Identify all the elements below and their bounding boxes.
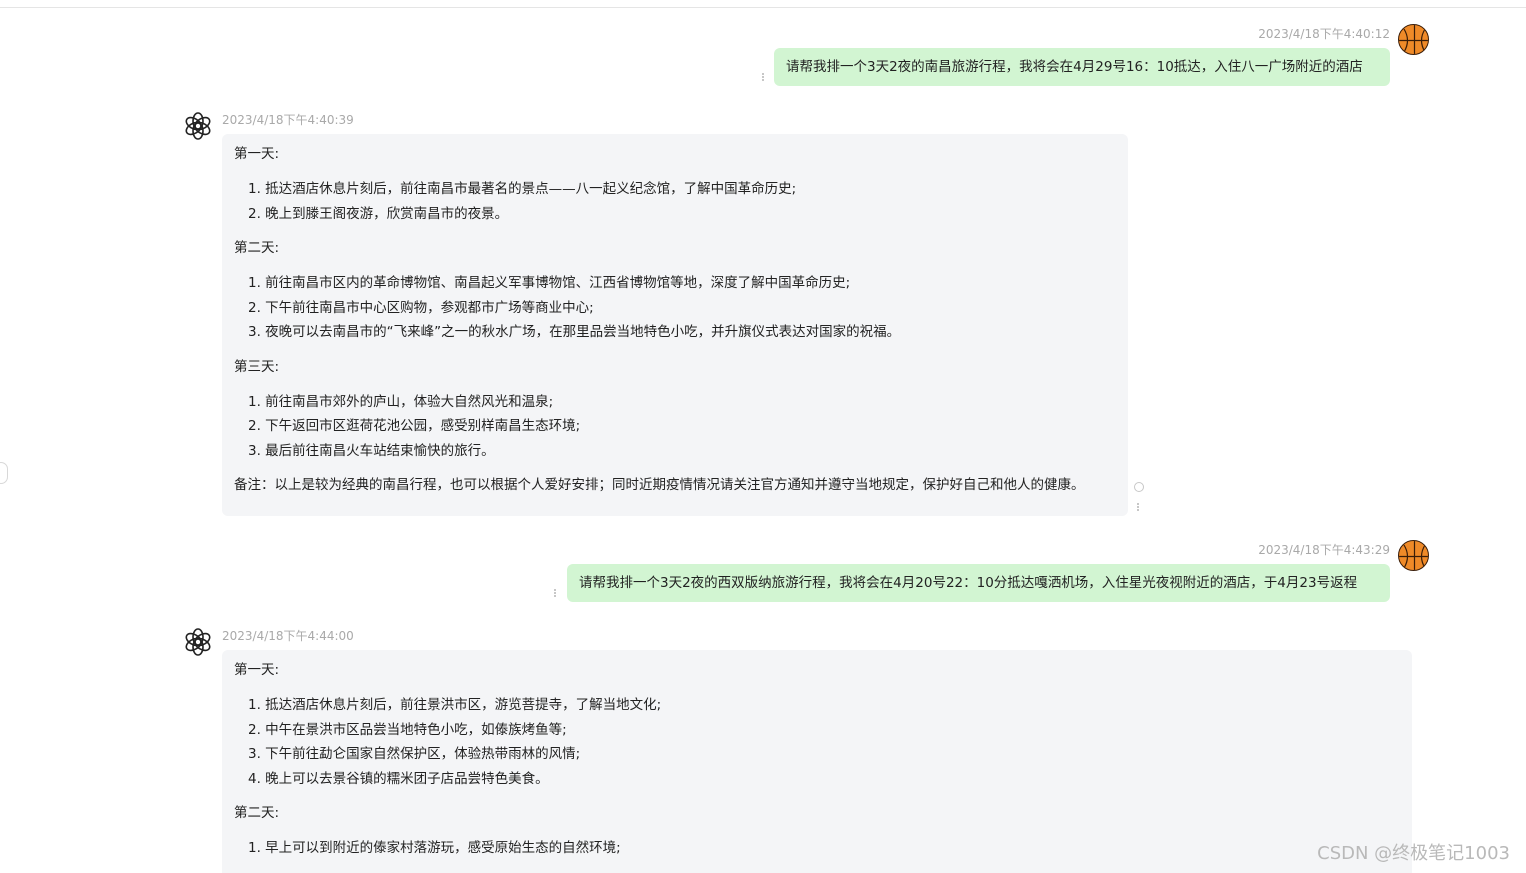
list-item: 3. 最后前往南昌火车站结束愉快的旅行。 — [248, 442, 495, 459]
openai-logo-icon — [183, 627, 213, 657]
regenerate-icon[interactable] — [1134, 482, 1144, 492]
message-timestamp: 2023/4/18下午4:43:29 — [1258, 543, 1390, 557]
list-item: 2. 下午前往南昌市中心区购物，参观都市广场等商业中心; — [248, 299, 594, 316]
day-itinerary-list: 1. 前往南昌市郊外的庐山，体验大自然风光和温泉; 2. 下午返回市区逛荷花池公… — [234, 390, 1116, 464]
basketball-icon — [1398, 24, 1429, 55]
openai-logo-icon — [183, 111, 213, 141]
list-item: 1. 抵达酒店休息片刻后，前往景洪市区，游览菩提寺，了解当地文化; — [248, 697, 662, 713]
list-item: 2. 中午在景洪市区品尝当地特色小吃，如傣族烤鱼等; — [248, 721, 567, 738]
watermark: CSDN @终极笔记1003 — [1317, 843, 1510, 864]
list-item: 1. 前往南昌市郊外的庐山，体验大自然风光和温泉; — [248, 393, 554, 410]
day-itinerary-list: 1. 抵达酒店休息片刻后，前往景洪市区，游览菩提寺，了解当地文化; 2. 中午在… — [234, 693, 1400, 791]
message-timestamp: 2023/4/18下午4:40:39 — [222, 113, 354, 127]
day-heading: 第二天: — [234, 805, 280, 821]
list-item: 1. 前往南昌市区内的革命博物馆、南昌起义军事博物馆、江西省博物馆等地，深度了解… — [248, 275, 851, 291]
message-more-icon[interactable] — [762, 72, 766, 82]
list-item: 1. 抵达酒店休息片刻后，前往南昌市最著名的景点——八一起义纪念馆，了解中国革命… — [248, 181, 797, 197]
sidebar-collapse-handle[interactable] — [0, 462, 8, 484]
day-itinerary-list: 1. 抵达酒店休息片刻后，前往南昌市最著名的景点——八一起义纪念馆，了解中国革命… — [234, 177, 1116, 226]
list-item: 4. 晚上可以去景谷镇的糯米团子店品尝特色美食。 — [248, 770, 549, 787]
user-message-bubble: 请帮我排一个3天2夜的南昌旅游行程，我将会在4月29号16：10抵达，入住八一广… — [774, 48, 1390, 86]
list-item: 2. 下午返回市区逛荷花池公园，感受别样南昌生态环境; — [248, 418, 581, 434]
assistant-message-bubble: 第一天: 1. 抵达酒店休息片刻后，前往景洪市区，游览菩提寺，了解当地文化; 2… — [222, 650, 1412, 873]
list-item: 3. 夜晚可以去南昌市的“飞来峰”之一的秋水广场，在那里品尝当地特色小吃，并升旗… — [248, 324, 901, 340]
message-timestamp: 2023/4/18下午4:44:00 — [222, 629, 354, 643]
list-item: 2. 晚上到滕王阁夜游，欣赏南昌市的夜景。 — [248, 205, 509, 222]
day-heading: 第三天: — [234, 358, 280, 375]
user-message-bubble: 请帮我排一个3天2夜的西双版纳旅游行程，我将会在4月20号22：10分抵达嘎洒机… — [567, 564, 1390, 602]
day-itinerary-list: 1. 早上可以到附近的傣家村落游玩，感受原始生态的自然环境; — [234, 836, 1400, 861]
top-divider — [0, 0, 1526, 8]
day-heading: 第二天: — [234, 240, 280, 256]
list-item: 1. 早上可以到附近的傣家村落游玩，感受原始生态的自然环境; — [248, 840, 621, 856]
assistant-message-bubble: 第一天: 1. 抵达酒店休息片刻后，前往南昌市最著名的景点——八一起义纪念馆，了… — [222, 134, 1128, 516]
message-timestamp: 2023/4/18下午4:40:12 — [1258, 27, 1390, 41]
day-heading: 第一天: — [234, 662, 280, 678]
message-more-icon[interactable] — [1137, 502, 1141, 512]
list-item: 3. 下午前往勐仑国家自然保护区，体验热带雨林的风情; — [248, 746, 581, 762]
message-more-icon[interactable] — [554, 588, 558, 598]
day-itinerary-list: 1. 前往南昌市区内的革命博物馆、南昌起义军事博物馆、江西省博物馆等地，深度了解… — [234, 271, 1116, 345]
note-text: 备注：以上是较为经典的南昌行程，也可以根据个人爱好安排；同时近期疫情情况请关注官… — [234, 477, 1085, 493]
day-heading: 第一天: — [234, 146, 280, 162]
basketball-icon — [1398, 540, 1429, 571]
